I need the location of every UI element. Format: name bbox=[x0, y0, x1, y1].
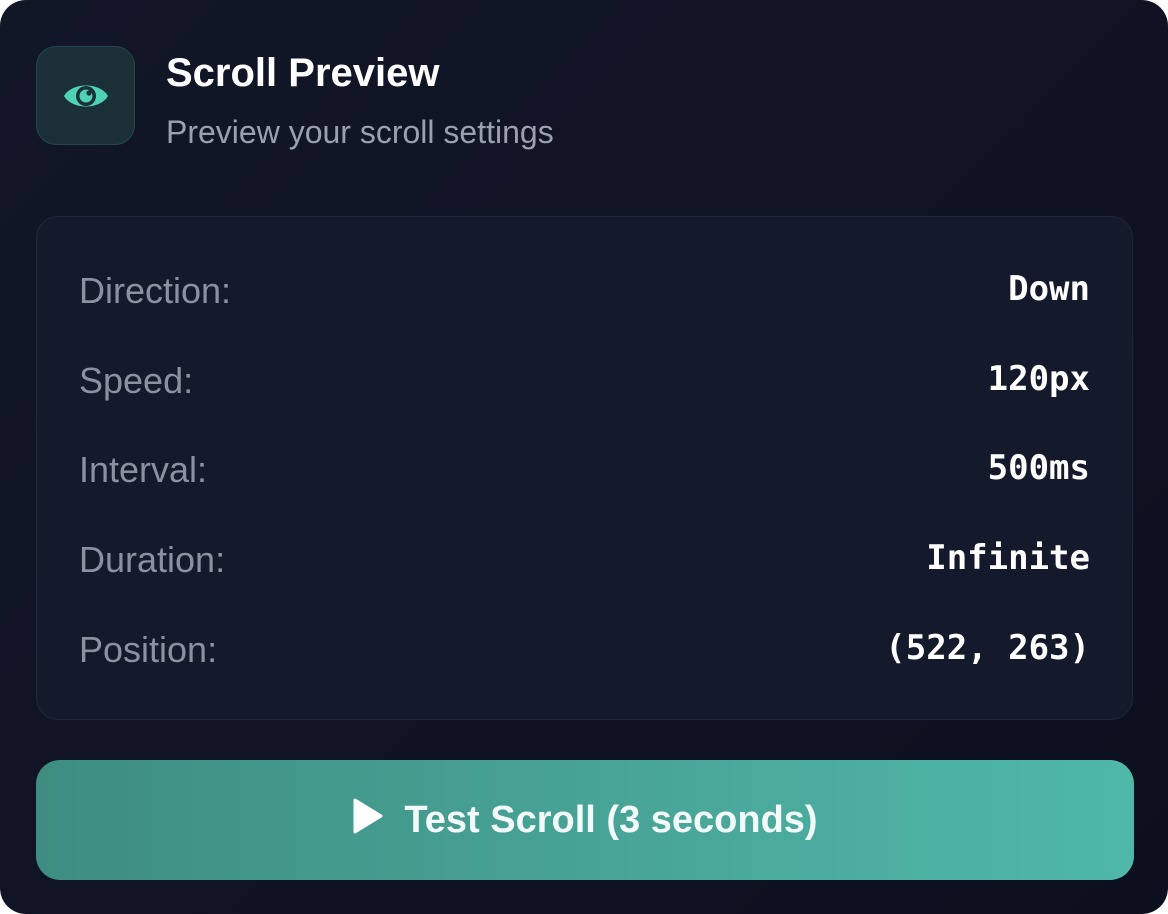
setting-row-duration: Duration: Infinite bbox=[79, 535, 1090, 585]
setting-value: 500ms bbox=[987, 448, 1090, 488]
page-title: Scroll Preview bbox=[166, 51, 440, 95]
play-icon bbox=[352, 797, 384, 840]
setting-value: Down bbox=[1008, 269, 1090, 309]
setting-value: 120px bbox=[987, 359, 1090, 399]
setting-label: Speed: bbox=[79, 360, 194, 401]
settings-summary-card: Direction: Down Speed: 120px Interval: 5… bbox=[36, 216, 1133, 720]
setting-row-direction: Direction: Down bbox=[79, 266, 1090, 316]
scroll-preview-panel: Scroll Preview Preview your scroll setti… bbox=[0, 0, 1168, 914]
eye-icon-box bbox=[36, 46, 135, 145]
page-subtitle: Preview your scroll settings bbox=[166, 114, 554, 150]
setting-label: Position: bbox=[79, 629, 218, 670]
setting-value: Infinite bbox=[926, 538, 1090, 578]
eye-icon bbox=[63, 85, 108, 106]
setting-row-position: Position: (522, 263) bbox=[79, 625, 1090, 675]
test-scroll-button-label: Test Scroll (3 seconds) bbox=[404, 799, 818, 841]
setting-row-speed: Speed: 120px bbox=[79, 356, 1090, 406]
setting-value: (522, 263) bbox=[885, 628, 1090, 668]
setting-row-interval: Interval: 500ms bbox=[79, 445, 1090, 495]
test-scroll-button[interactable]: Test Scroll (3 seconds) bbox=[36, 760, 1134, 880]
setting-label: Duration: bbox=[79, 539, 226, 580]
setting-label: Direction: bbox=[79, 270, 232, 311]
panel-header: Scroll Preview Preview your scroll setti… bbox=[36, 46, 1132, 150]
setting-label: Interval: bbox=[79, 449, 208, 490]
